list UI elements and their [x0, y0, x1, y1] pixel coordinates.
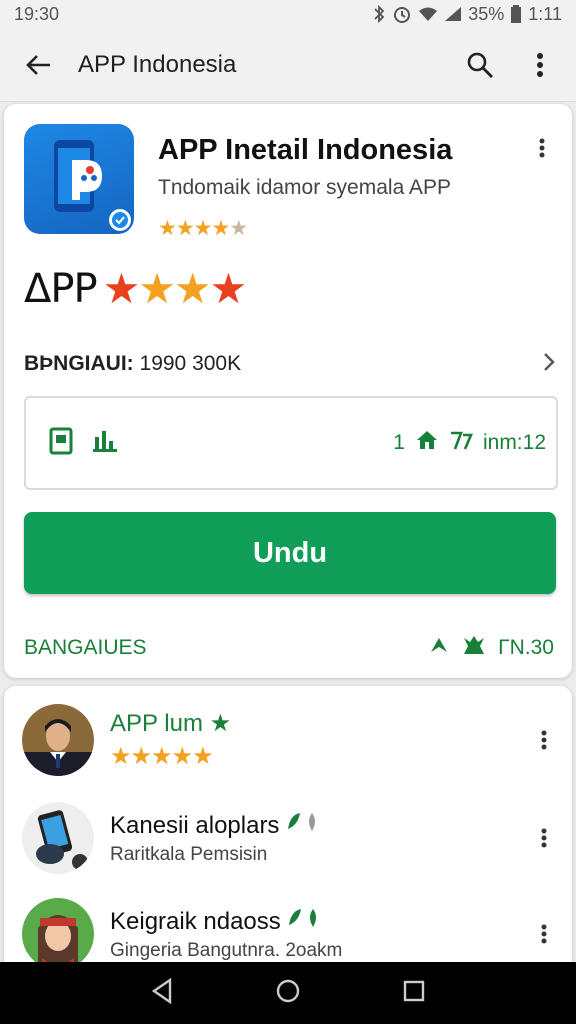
info-text: BÞNGIAUI: 1990 300K	[24, 352, 241, 376]
navigation-bar	[0, 962, 576, 1024]
avatar	[22, 802, 94, 874]
info-row[interactable]: BÞNGIAUI: 1990 300K	[24, 348, 556, 380]
avatar	[22, 704, 94, 776]
footer-row: BANGAIUES ΓN.30	[24, 632, 554, 664]
review-name: Kanesii aloplars	[110, 811, 532, 840]
share-icon[interactable]	[428, 634, 450, 662]
rating-row: ΔPP ★★★★	[24, 264, 248, 313]
back-arrow-icon[interactable]	[20, 47, 56, 83]
review-text: Kanesii aloplars Raritkala Pemsisin	[110, 811, 532, 866]
stats-count: 1	[393, 431, 405, 454]
review-subtitle: Raritkala Pemsisin	[110, 843, 268, 865]
review-more-icon[interactable]	[532, 922, 556, 946]
alarm-icon	[392, 4, 412, 24]
review-more-icon[interactable]	[532, 728, 556, 752]
avatar	[22, 898, 94, 970]
home-nav-icon[interactable]	[275, 978, 301, 1009]
home-icon	[415, 429, 439, 457]
review-subtitle: Gingeria Bangutnra. 2oakm	[110, 939, 343, 961]
review-item[interactable]: Kanesii aloplars Raritkala Pemsisin	[22, 798, 556, 878]
app-icon[interactable]	[24, 124, 134, 234]
status-icons: 35% 1:11	[372, 4, 562, 25]
signal-icon	[444, 6, 462, 22]
review-name: APP lum ★	[110, 710, 232, 737]
search-icon[interactable]	[460, 45, 500, 85]
leaf-icon	[289, 908, 317, 927]
stats-box: 1 inm:12	[24, 396, 558, 490]
review-name: Keigraik ndaoss	[110, 907, 532, 936]
recents-icon[interactable]	[402, 979, 426, 1008]
more-vert-icon[interactable]	[520, 45, 560, 85]
chart-icon	[92, 429, 118, 458]
app-detail-card: APP Inetail Indonesia Tndomaik idamor sy…	[4, 104, 572, 678]
wifi-icon	[418, 6, 438, 22]
footer-label[interactable]: BANGAIUES	[24, 636, 147, 660]
leaf-icon	[288, 812, 316, 831]
install-button[interactable]: Undu	[24, 512, 556, 594]
status-clock-right: 1:11	[528, 3, 562, 24]
edit-icon	[449, 429, 473, 457]
device-icon	[48, 427, 74, 460]
rating-label: ΔPP	[24, 265, 98, 312]
bluetooth-icon	[372, 5, 386, 23]
info-label: BÞNGIAUI:	[24, 352, 134, 375]
review-text: APP lum ★ ★★★★★	[110, 709, 532, 771]
info-value: 1990 300K	[139, 352, 242, 375]
review-more-icon[interactable]	[532, 826, 556, 850]
small-rating-stars: ★★★★★	[158, 217, 248, 240]
app-card-more-icon[interactable]	[530, 136, 554, 160]
app-bar: APP Indonesia	[0, 28, 576, 102]
footer-value: ΓN.30	[498, 636, 554, 659]
battery-icon	[510, 5, 522, 23]
stats-left	[48, 427, 118, 460]
review-stars: ★★★★★	[110, 743, 214, 770]
badge-icon[interactable]	[462, 634, 486, 662]
battery-level: 35%	[468, 3, 505, 24]
review-text: Keigraik ndaoss Gingeria Bangutnra. 2oak…	[110, 907, 532, 962]
verified-star-icon: ★	[209, 710, 232, 737]
big-rating-stars: ★★★★	[102, 265, 248, 312]
status-bar: 19:30 35% 1:11	[0, 0, 576, 28]
app-subtitle: Tndomaik idamor syemala APP	[158, 176, 451, 199]
chevron-right-icon[interactable]	[542, 351, 556, 378]
review-item[interactable]: APP lum ★ ★★★★★	[22, 700, 556, 780]
footer-right: ΓN.30	[428, 634, 554, 662]
reviews-card: APP lum ★ ★★★★★ Kanesii aloplars Raritka…	[4, 686, 572, 976]
stats-value: inm:12	[482, 431, 546, 454]
app-name: APP Inetail Indonesia	[158, 134, 453, 166]
app-bar-title: APP Indonesia	[78, 50, 237, 78]
stats-right: 1 inm:12	[393, 429, 556, 457]
back-nav-icon[interactable]	[150, 977, 174, 1009]
status-time: 19:30	[14, 3, 60, 24]
